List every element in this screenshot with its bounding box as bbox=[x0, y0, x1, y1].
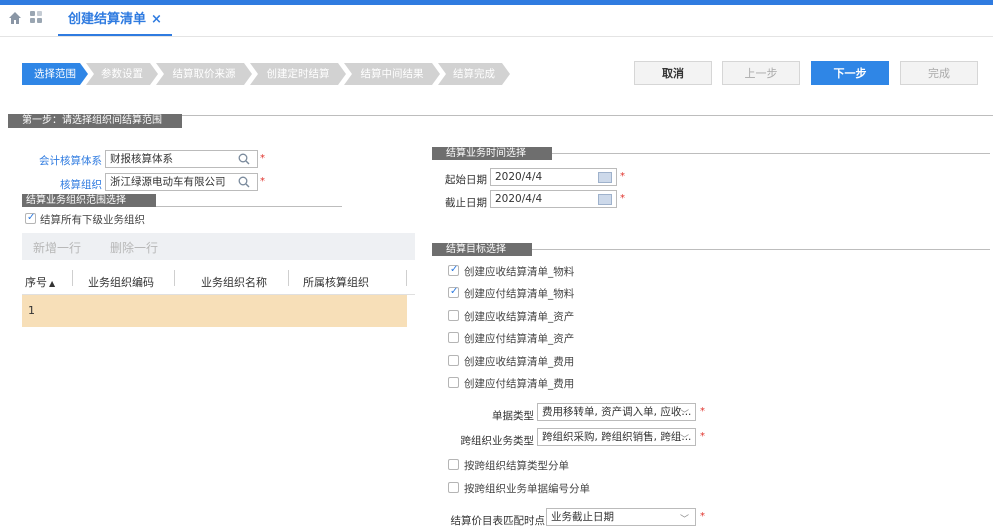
table-row[interactable] bbox=[22, 295, 407, 327]
col-separator[interactable] bbox=[174, 270, 175, 286]
cross-biz-label: 跨组织业务类型 bbox=[460, 435, 535, 447]
add-row-button[interactable]: 新增一行 bbox=[33, 239, 81, 256]
calendar-icon[interactable] bbox=[598, 194, 612, 205]
tab-create-settlement-list[interactable]: 创建结算清单 × bbox=[58, 6, 172, 36]
acct-system-field[interactable]: 财报核算体系 bbox=[105, 150, 258, 168]
chevron-down-icon[interactable]: ﹀ bbox=[680, 512, 689, 525]
doc-type-label: 单据类型 bbox=[492, 410, 534, 422]
col-seq-label: 序号 bbox=[25, 276, 47, 289]
step-intermediate-result[interactable]: 结算中间结果 bbox=[344, 63, 440, 85]
search-icon[interactable] bbox=[238, 176, 250, 188]
prev-step-button[interactable]: 上一步 bbox=[722, 61, 800, 85]
cancel-button[interactable]: 取消 bbox=[634, 61, 712, 85]
required-mark: * bbox=[700, 511, 705, 522]
required-mark: * bbox=[620, 193, 625, 204]
target-checkbox[interactable] bbox=[448, 332, 459, 343]
end-date-label: 截止日期 bbox=[445, 197, 487, 209]
price-match-label: 结算价目表匹配时点 bbox=[450, 515, 546, 527]
tab-close-icon[interactable]: × bbox=[151, 12, 162, 27]
calendar-icon[interactable] bbox=[598, 172, 612, 183]
required-mark: * bbox=[700, 406, 705, 417]
biz-scope-title: 结算业务组织范围选择 bbox=[22, 194, 156, 207]
acct-org-field[interactable]: 浙江绿源电动车有限公司 bbox=[105, 173, 258, 191]
target-label: 创建应付结算清单_物料 bbox=[464, 288, 575, 300]
target-label: 创建应收结算清单_费用 bbox=[464, 356, 575, 368]
tab-title: 创建结算清单 bbox=[68, 12, 147, 27]
apps-grid-icon[interactable] bbox=[30, 11, 44, 25]
acct-system-label: 会计核算体系 bbox=[39, 155, 102, 167]
next-step-button[interactable]: 下一步 bbox=[811, 61, 889, 85]
split-by-type-checkbox[interactable] bbox=[448, 459, 459, 470]
start-date-label: 起始日期 bbox=[445, 174, 487, 186]
price-match-select[interactable]: 业务截止日期 bbox=[546, 508, 696, 526]
section-title: 第一步：请选择组织间结算范围 bbox=[8, 114, 182, 128]
required-mark: * bbox=[260, 153, 265, 164]
search-icon[interactable] bbox=[238, 153, 250, 165]
target-label: 创建应付结算清单_资产 bbox=[464, 333, 575, 345]
col-separator[interactable] bbox=[288, 270, 289, 286]
col-seq[interactable]: 序号 ▲ bbox=[25, 274, 55, 290]
required-mark: * bbox=[260, 176, 265, 187]
target-checkbox[interactable] bbox=[448, 355, 459, 366]
settle-all-sub-label: 结算所有下级业务组织 bbox=[40, 214, 145, 226]
target-checkbox[interactable] bbox=[448, 264, 459, 276]
col-biz-name[interactable]: 业务组织名称 bbox=[201, 274, 267, 290]
target-label: 创建应付结算清单_费用 bbox=[464, 378, 575, 390]
target-checkbox[interactable] bbox=[448, 377, 459, 388]
split-by-type-label: 按跨组织结算类型分单 bbox=[464, 460, 569, 472]
target-checkbox[interactable] bbox=[448, 286, 459, 298]
chevron-down-icon[interactable]: ﹀ bbox=[680, 432, 689, 445]
settle-all-sub-checkbox[interactable] bbox=[25, 212, 36, 224]
sort-asc-icon[interactable]: ▲ bbox=[49, 279, 55, 288]
step-scheduled-settlement[interactable]: 创建定时结算 bbox=[250, 63, 346, 85]
split-by-bizno-label: 按跨组织业务单据编号分单 bbox=[464, 483, 590, 495]
col-separator[interactable] bbox=[406, 270, 407, 286]
home-icon[interactable] bbox=[8, 11, 22, 25]
step-param-settings[interactable]: 参数设置 bbox=[86, 63, 158, 85]
step-price-source[interactable]: 结算取价来源 bbox=[156, 63, 252, 85]
step-select-scope[interactable]: 选择范围 bbox=[22, 63, 88, 85]
target-label: 创建应收结算清单_物料 bbox=[464, 266, 575, 278]
cross-biz-select[interactable]: 跨组织采购, 跨组织销售, 跨组... bbox=[537, 428, 696, 446]
finish-button[interactable]: 完成 bbox=[900, 61, 978, 85]
step-settlement-complete[interactable]: 结算完成 bbox=[438, 63, 510, 85]
required-mark: * bbox=[700, 431, 705, 442]
col-acct-org[interactable]: 所属核算组织 bbox=[303, 274, 369, 290]
time-section-title: 结算业务时间选择 bbox=[432, 147, 552, 160]
split-by-bizno-checkbox[interactable] bbox=[448, 482, 459, 493]
acct-org-label: 核算组织 bbox=[60, 179, 102, 191]
col-separator[interactable] bbox=[72, 270, 73, 286]
row-seq-cell: 1 bbox=[28, 304, 35, 317]
target-label: 创建应收结算清单_资产 bbox=[464, 311, 575, 323]
target-checkbox[interactable] bbox=[448, 310, 459, 321]
required-mark: * bbox=[620, 171, 625, 182]
col-biz-code[interactable]: 业务组织编码 bbox=[88, 274, 154, 290]
chevron-down-icon[interactable]: ﹀ bbox=[680, 407, 689, 420]
doc-type-select[interactable]: 费用移转单, 资产调入单, 应收... bbox=[537, 403, 696, 421]
target-section-title: 结算目标选择 bbox=[432, 243, 532, 256]
delete-row-button[interactable]: 删除一行 bbox=[110, 239, 158, 256]
